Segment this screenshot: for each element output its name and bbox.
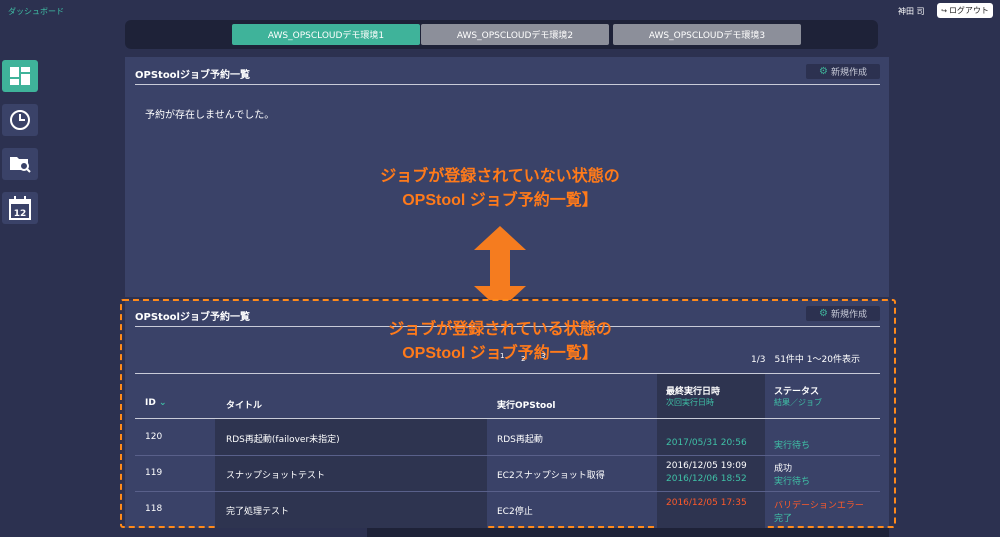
row-job-status: 実行待ち: [774, 477, 811, 487]
pagination-info: 1/3 51件中 1～20件表示: [751, 355, 860, 365]
calendar-icon: 12: [9, 196, 31, 220]
logout-label: ログアウト: [948, 6, 989, 15]
empty-message: 予約が存在しませんでした。: [145, 110, 275, 121]
folder-search-icon: [10, 157, 31, 173]
row-id: 118: [145, 504, 163, 514]
table-top-border: [135, 373, 880, 374]
sidebar-item-tools[interactable]: [2, 148, 38, 180]
clock-icon: [10, 110, 30, 130]
row-id: 119: [145, 468, 163, 478]
row-next-run: 2017/05/31 20:56: [666, 438, 747, 448]
new-job-button[interactable]: ⚙ 新規作成: [806, 306, 880, 321]
row-job-status: 完了: [774, 514, 793, 524]
row-last-run: 2016/12/05 19:09: [666, 461, 747, 471]
column-header-last-run: 最終実行日時: [666, 387, 721, 397]
header-border: [135, 418, 880, 419]
tab-env-1[interactable]: AWS_OPSCLOUDデモ環境1: [232, 24, 420, 45]
logout-button[interactable]: ↪ ログアウト: [937, 3, 993, 18]
footer-strip: [367, 528, 889, 537]
dashboard-link[interactable]: ダッシュボード: [8, 6, 64, 17]
logout-icon: ↪: [941, 6, 947, 15]
row-divider: [135, 455, 880, 456]
annotation-empty-state: ジョブが登録されていない状態の OPStool ジョブ予約一覧】: [200, 165, 800, 213]
annotation-line: ジョブが登録されている状態の: [388, 321, 612, 338]
new-job-button[interactable]: ⚙ 新規作成: [806, 64, 880, 79]
row-tool: EC2停止: [497, 507, 533, 517]
new-job-label: 新規作成: [830, 310, 867, 320]
page-link-3[interactable]: 3: [541, 352, 545, 360]
column-label: ID: [145, 398, 156, 408]
divider: [135, 84, 880, 85]
row-id: 120: [145, 432, 163, 442]
new-job-label: 新規作成: [830, 68, 867, 78]
column-header-next-run: 次回実行日時: [666, 398, 714, 407]
panel-title: OPStoolジョブ予約一覧: [135, 70, 250, 81]
column-header-title: タイトル: [226, 401, 263, 411]
row-last-run: 2016/12/05 17:35: [666, 498, 747, 508]
sidebar-item-history[interactable]: [2, 104, 38, 136]
column-header-status: ステータス: [774, 387, 820, 397]
sidebar-item-schedule[interactable]: 12: [2, 192, 38, 224]
row-title[interactable]: 完了処理テスト: [226, 504, 289, 517]
column-header-tool: 実行OPStool: [497, 401, 556, 411]
double-arrow-icon: [474, 226, 526, 310]
gear-icon: ⚙: [819, 66, 828, 77]
row-status: バリデーションエラー: [774, 501, 864, 511]
row-title[interactable]: スナップショットテスト: [226, 468, 325, 481]
row-tool: EC2スナップショット取得: [497, 471, 605, 481]
page-link-1[interactable]: 1: [500, 352, 504, 360]
row-tool: RDS再起動: [497, 435, 543, 445]
row-divider: [135, 491, 880, 492]
row-title[interactable]: RDS再起動(failover未指定): [226, 432, 340, 445]
dashboard-icon: [10, 67, 30, 85]
row-next-run: 2016/12/06 18:52: [666, 474, 747, 484]
page-link-2[interactable]: 2: [521, 355, 525, 363]
tab-env-2[interactable]: AWS_OPSCLOUDデモ環境2: [421, 24, 609, 45]
user-name: 神田 司: [898, 7, 925, 16]
gear-icon: ⚙: [819, 308, 828, 319]
svg-text:12: 12: [14, 209, 27, 219]
environment-tabs: AWS_OPSCLOUDデモ環境1 AWS_OPSCLOUDデモ環境2 AWS_…: [125, 20, 878, 49]
annotation-line: ジョブが登録されていない状態の: [380, 168, 620, 185]
top-bar: ダッシュボード 神田 司 ↪ ログアウト: [0, 0, 1000, 20]
column-header-result: 結果／ジョブ: [774, 398, 822, 407]
annotation-line: OPStool ジョブ予約一覧】: [402, 192, 598, 209]
row-job-status: 実行待ち: [774, 441, 811, 451]
column-header-id[interactable]: ID ⌄: [145, 398, 167, 408]
sidebar-item-dashboard[interactable]: [2, 60, 38, 92]
row-status: 成功: [774, 464, 793, 474]
sort-down-icon[interactable]: ⌄: [159, 398, 167, 408]
tab-env-3[interactable]: AWS_OPSCLOUDデモ環境3: [613, 24, 801, 45]
